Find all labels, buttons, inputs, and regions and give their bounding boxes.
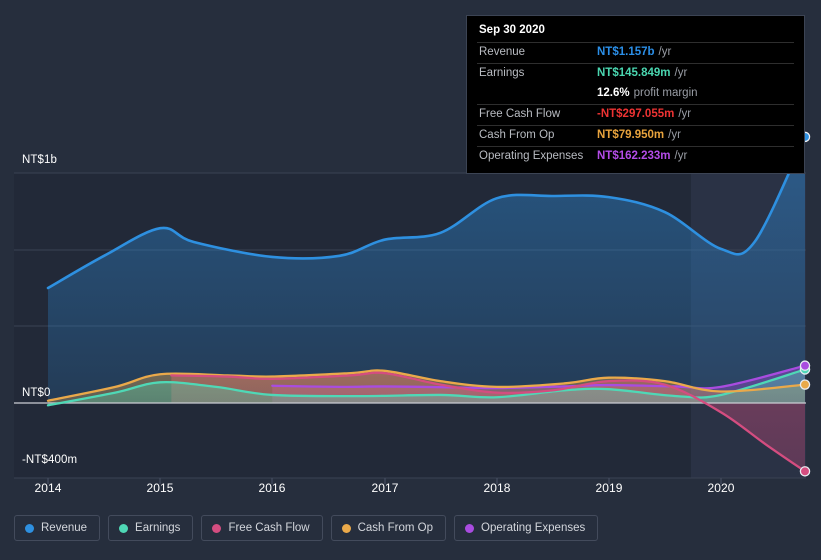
endpoint-marker-operating-expenses [799, 360, 811, 371]
legend-item-label: Operating Expenses [481, 522, 586, 534]
tooltip-row: Free Cash Flow -NT$297.055m/yr [477, 104, 794, 125]
tooltip-row-value: NT$79.950m/yr [597, 129, 681, 141]
x-axis-tick-label: 2017 [371, 481, 399, 495]
legend-color-dot-icon [341, 523, 351, 533]
tooltip-row-label: Free Cash Flow [479, 108, 561, 120]
tooltip-row: Earnings NT$145.849m/yr [477, 63, 794, 84]
legend-item-label: Free Cash Flow [228, 522, 310, 534]
y-axis-tick-label: -NT$400m [22, 454, 78, 466]
tooltip-row-value: 12.6% profit margin [597, 87, 698, 99]
tooltip-row-unit: /yr [674, 150, 688, 162]
tooltip-row-value: NT$1.157b/yr [597, 46, 672, 58]
legend-item-label: Cash From Op [357, 522, 434, 534]
x-axis-tick-label: 2020 [707, 481, 735, 495]
tooltip-row-unit: /yr [678, 108, 692, 120]
tooltip-row-unit: /yr [674, 67, 688, 79]
chart-page: NT$1b NT$0 -NT$400m 2014 2015 2016 2017 2018 20… [0, 0, 821, 560]
tooltip-row-unit: /yr [668, 129, 681, 141]
tooltip-row-label: Cash From Op [479, 129, 555, 141]
tooltip-row-unit: /yr [658, 46, 672, 58]
endpoint-marker-cash-from-op [799, 379, 811, 390]
tooltip-row: 12.6% profit margin [477, 84, 794, 104]
legend-item-earnings[interactable]: Earnings [108, 515, 194, 541]
tooltip-row-label: Earnings [479, 67, 525, 79]
legend-item-cash-from-op[interactable]: Cash From Op [330, 515, 447, 541]
x-axis-tick-label: 2014 [34, 481, 62, 495]
legend-item-revenue[interactable]: Revenue [14, 515, 101, 541]
tooltip-row: Revenue NT$1.157b/yr [477, 42, 794, 63]
legend-item-label: Earnings [135, 522, 181, 534]
tooltip-row-value: NT$162.233m/yr [597, 150, 688, 162]
tooltip-row-label: Operating Expenses [479, 150, 584, 162]
tooltip-row-unit: profit margin [633, 87, 698, 99]
tooltip-row: Cash From Op NT$79.950m/yr [477, 125, 794, 146]
legend-color-dot-icon [465, 523, 475, 533]
x-axis-tick-label: 2018 [483, 481, 511, 495]
legend-color-dot-icon [212, 523, 222, 533]
x-axis-tick-label: 2015 [146, 481, 174, 495]
chart-legend[interactable]: Revenue Earnings Free Cash Flow Cash From O… [14, 515, 599, 541]
legend-item-free-cash-flow[interactable]: Free Cash Flow [201, 515, 323, 541]
chart-tooltip: Sep 30 2020 Revenue NT$1.157b/yr Earnings N… [466, 15, 805, 174]
tooltip-row: Operating Expenses NT$162.233m/yr [477, 146, 794, 167]
tooltip-row-value: NT$145.849m/yr [597, 67, 688, 79]
y-axis-tick-label: NT$0 [22, 387, 51, 399]
y-axis-tick-label: NT$1b [22, 154, 58, 166]
legend-color-dot-icon [119, 523, 129, 533]
x-axis-tick-label: 2019 [595, 481, 623, 495]
endpoint-marker-free-cash-flow [799, 466, 811, 477]
legend-color-dot-icon [25, 523, 34, 533]
x-axis-tick-label: 2016 [258, 481, 286, 495]
tooltip-row-value: -NT$297.055m/yr [597, 108, 692, 120]
tooltip-date: Sep 30 2020 [479, 24, 545, 36]
tooltip-rows: Revenue NT$1.157b/yr Earnings NT$145.849m/y… [477, 42, 794, 167]
legend-item-operating-expenses[interactable]: Operating Expenses [454, 515, 599, 541]
tooltip-row-label: Revenue [479, 46, 526, 58]
legend-item-label: Revenue [41, 522, 88, 534]
